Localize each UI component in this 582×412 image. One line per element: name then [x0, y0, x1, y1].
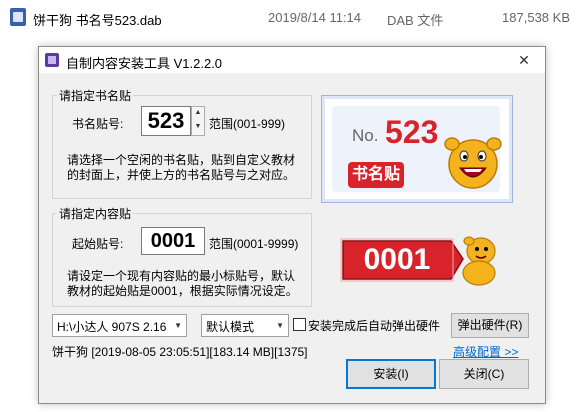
book-sticker-legend: 请指定书名贴	[57, 87, 134, 104]
window-title: 自制内容安装工具 V1.2.2.0	[66, 56, 223, 71]
biscuit-dog-small-icon	[462, 236, 496, 286]
content-desc-line2: 教材的起始贴是0001，根据实际情况设定。	[67, 284, 298, 298]
content-sticker-legend: 请指定内容贴	[57, 205, 134, 222]
book-number-range: 范围(001-999)	[209, 117, 286, 131]
chevron-down-icon[interactable]: ▼	[174, 321, 182, 330]
sticker-caption: 书名贴	[348, 162, 404, 188]
mode-select[interactable]: 默认模式 ▼	[201, 314, 289, 337]
content-sticker-number: 0001	[363, 243, 431, 276]
book-desc-line2: 的封面上，并使上方的书名贴号与之对应。	[67, 168, 296, 182]
close-icon[interactable]: ✕	[509, 49, 539, 71]
file-list-row[interactable]: 饼干狗 书名号523.dab 2019/8/14 11:14 DAB 文件 18…	[0, 0, 582, 36]
start-number-range: 范围(0001-9999)	[209, 237, 299, 251]
file-name: 饼干狗 书名号523.dab	[33, 13, 162, 28]
book-number-label: 书名贴号:	[72, 117, 124, 131]
sticker-prefix: No.	[352, 126, 379, 145]
chevron-down-icon[interactable]: ▼	[276, 321, 284, 330]
stepper-down-icon[interactable]: ▼	[192, 121, 204, 135]
status-text: 饼干狗 [2019-08-05 23:05:51][183.14 MB][137…	[52, 345, 308, 359]
book-sticker-illustration: No. 523 书名贴	[321, 95, 513, 203]
close-button[interactable]: 关闭(C)	[439, 359, 529, 389]
sticker-number: 523	[385, 114, 439, 150]
dab-file-icon	[10, 8, 26, 26]
install-button[interactable]: 安装(I)	[346, 359, 436, 389]
stepper-up-icon[interactable]: ▲	[192, 107, 204, 121]
start-number-input[interactable]: 0001	[141, 227, 205, 255]
mode-select-value: 默认模式	[206, 320, 255, 334]
start-number-label: 起始贴号:	[72, 237, 124, 251]
auto-eject-checkbox[interactable]	[293, 318, 306, 331]
file-size: 187,538 KB	[502, 10, 570, 25]
content-sticker-illustration: 0001	[339, 236, 503, 286]
file-type: DAB 文件	[387, 13, 444, 28]
auto-eject-label[interactable]: 安装完成后自动弹出硬件	[308, 317, 440, 334]
drive-select[interactable]: H:\小达人 907S 2.16 ▼	[52, 314, 187, 337]
title-bar: 自制内容安装工具 V1.2.2.0 ✕	[39, 47, 545, 73]
app-icon	[45, 53, 59, 67]
install-tool-window: 自制内容安装工具 V1.2.2.0 ✕ 请指定书名贴 书名贴号: 523 ▲ ▼…	[38, 46, 546, 404]
advanced-config-link[interactable]: 高级配置 >>	[453, 343, 518, 360]
file-date: 2019/8/14 11:14	[268, 10, 362, 25]
book-number-input[interactable]: 523	[141, 106, 191, 136]
eject-hardware-button[interactable]: 弹出硬件(R)	[451, 313, 529, 338]
biscuit-dog-icon	[444, 137, 502, 189]
book-number-stepper[interactable]: ▲ ▼	[191, 106, 205, 136]
drive-select-value: H:\小达人 907S 2.16	[57, 320, 167, 334]
